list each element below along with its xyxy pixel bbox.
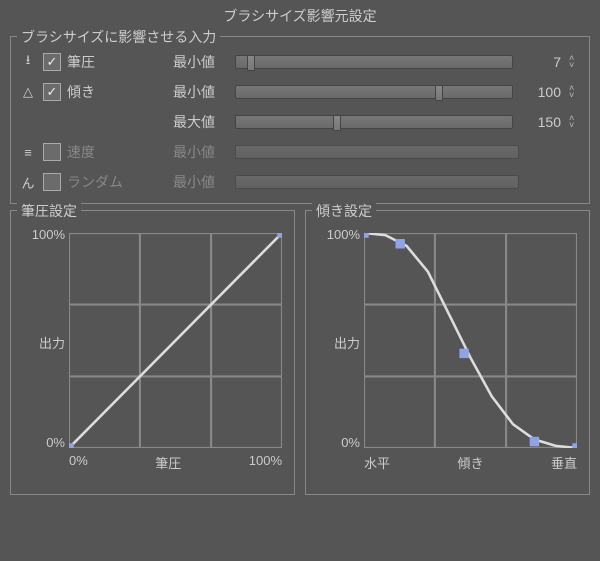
tilt-xtick-0: 水平 <box>364 453 390 472</box>
tilt-chart-title: 傾き設定 <box>312 201 376 221</box>
curve-handle[interactable] <box>530 437 539 446</box>
speed-checkbox[interactable] <box>43 143 61 161</box>
tilt-ytick-bot: 0% <box>312 435 360 450</box>
tilt-max-label: 最大値 <box>173 112 229 132</box>
pressure-ylabel: 出力 <box>17 333 65 352</box>
pressure-icon: ⭳ <box>19 51 37 73</box>
row-pressure: ⭳ 筆圧 最小値 7 ˄˅ <box>19 47 581 77</box>
speed-label: 速度 <box>67 142 167 162</box>
tilt-ytick-top: 100% <box>312 227 360 242</box>
pressure-plot[interactable] <box>69 233 282 448</box>
pressure-xaxis: 0% 筆圧 100% <box>69 453 282 472</box>
pressure-ytick-bot: 0% <box>17 435 65 450</box>
inputs-group: ブラシサイズに影響させる入力 ⭳ 筆圧 最小値 7 ˄˅ △ 傾き 最小値 10… <box>10 36 590 204</box>
slider-thumb[interactable] <box>435 85 443 101</box>
tilt-min-value[interactable]: 100 <box>519 84 563 100</box>
curve-handle[interactable] <box>69 443 74 448</box>
tilt-icon: △ <box>19 84 37 100</box>
tilt-xaxis: 水平 傾き 垂直 <box>364 453 577 472</box>
tilt-label: 傾き <box>67 82 167 102</box>
row-random: ん ランダム 最小値 <box>19 167 581 197</box>
pressure-min-label: 最小値 <box>173 52 229 72</box>
curve-handle[interactable] <box>459 349 468 358</box>
pressure-chart-title: 筆圧設定 <box>17 201 81 221</box>
charts-area: 筆圧設定 100% 出力 0% 0% 筆圧 100% 傾き設定 100% <box>10 210 590 495</box>
tilt-ylabel: 出力 <box>312 333 360 352</box>
dialog-title: ブラシサイズ影響元設定 <box>0 0 600 28</box>
curve-handle[interactable] <box>396 239 405 248</box>
pressure-chart: 筆圧設定 100% 出力 0% 0% 筆圧 100% <box>10 210 295 495</box>
pressure-xtick-1: 筆圧 <box>155 453 181 472</box>
tilt-xtick-2: 垂直 <box>551 453 577 472</box>
tilt-chart: 傾き設定 100% 出力 0% 水平 傾き 垂直 <box>305 210 590 495</box>
pressure-min-spinner[interactable]: ˄˅ <box>569 55 581 69</box>
tilt-plot[interactable] <box>364 233 577 448</box>
tilt-min-slider[interactable] <box>235 85 513 99</box>
tilt-xtick-1: 傾き <box>457 453 483 472</box>
pressure-checkbox[interactable] <box>43 53 61 71</box>
row-tilt-max: 最大値 150 ˄˅ <box>19 107 581 137</box>
tilt-checkbox[interactable] <box>43 83 61 101</box>
tilt-min-label: 最小値 <box>173 82 229 102</box>
random-checkbox[interactable] <box>43 173 61 191</box>
speed-min-label: 最小値 <box>173 142 229 162</box>
tilt-min-spinner[interactable]: ˄˅ <box>569 85 581 99</box>
inputs-group-label: ブラシサイズに影響させる入力 <box>17 27 220 47</box>
curve-handle[interactable] <box>364 233 369 238</box>
pressure-min-value[interactable]: 7 <box>519 54 563 70</box>
pressure-ytick-top: 100% <box>17 227 65 242</box>
pressure-label: 筆圧 <box>67 52 167 72</box>
random-min-label: 最小値 <box>173 172 229 192</box>
speed-min-slider <box>235 145 519 159</box>
pressure-xtick-2: 100% <box>249 453 282 472</box>
row-tilt: △ 傾き 最小値 100 ˄˅ <box>19 77 581 107</box>
curve-handle[interactable] <box>277 233 282 238</box>
random-min-slider <box>235 175 519 189</box>
random-label: ランダム <box>67 172 167 192</box>
tilt-max-spinner[interactable]: ˄˅ <box>569 115 581 129</box>
curve-handle[interactable] <box>572 443 577 448</box>
slider-thumb[interactable] <box>333 115 341 131</box>
tilt-max-value[interactable]: 150 <box>519 114 563 130</box>
slider-thumb[interactable] <box>247 55 255 71</box>
random-icon: ん <box>19 173 37 192</box>
speed-icon: ≡ <box>19 145 37 160</box>
pressure-xtick-0: 0% <box>69 453 88 472</box>
row-speed: ≡ 速度 最小値 <box>19 137 581 167</box>
pressure-min-slider[interactable] <box>235 55 513 69</box>
tilt-max-slider[interactable] <box>235 115 513 129</box>
